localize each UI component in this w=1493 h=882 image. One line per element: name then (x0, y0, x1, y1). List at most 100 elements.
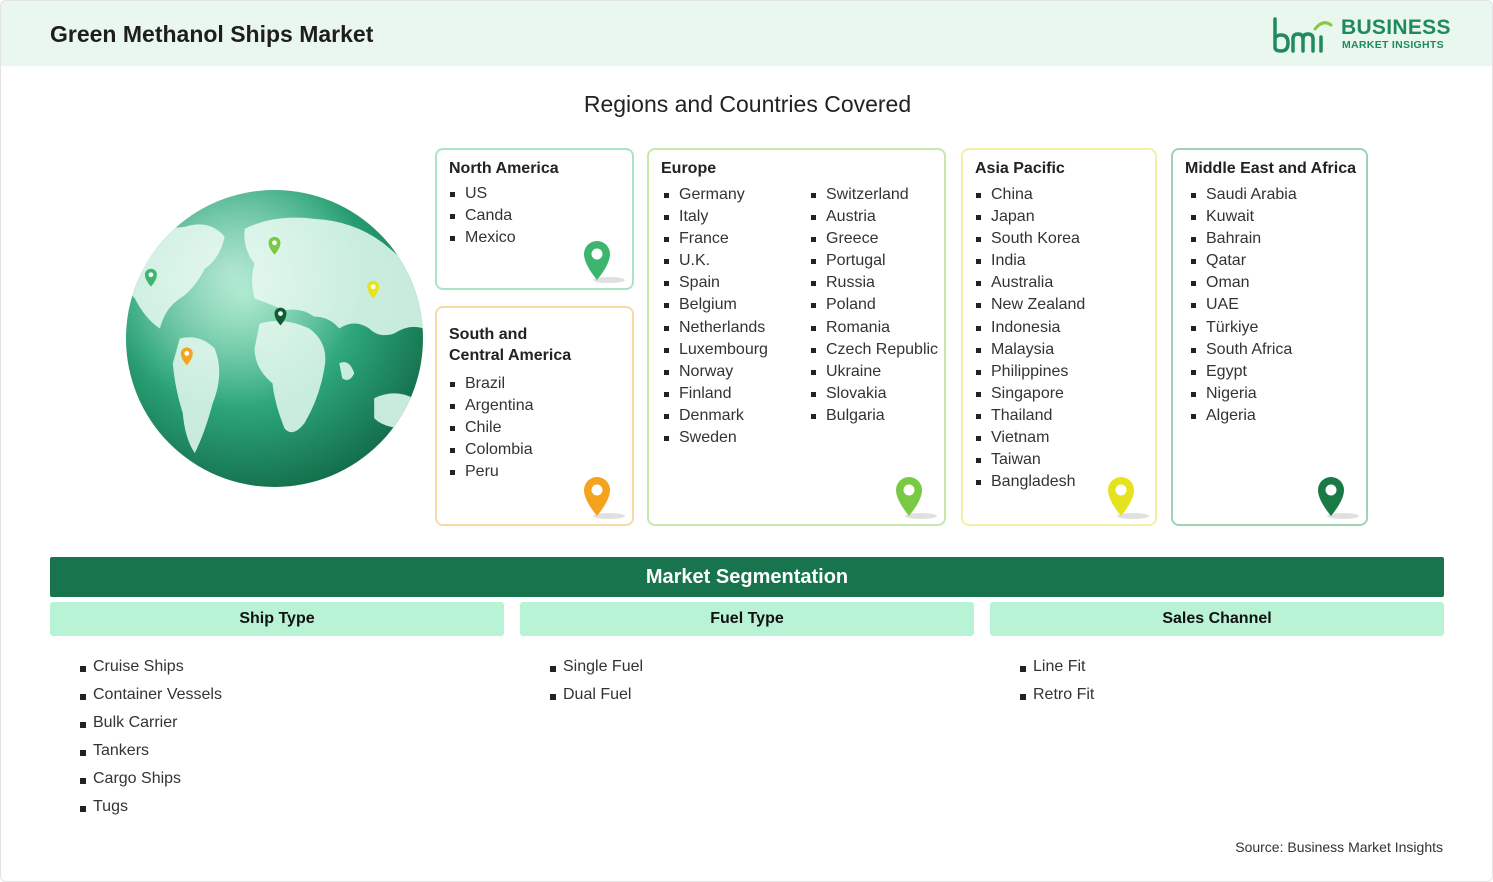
country-list: China Japan South Korea India Australia … (975, 184, 1085, 493)
list-item: Cruise Ships (80, 653, 222, 681)
list-item: Australia (975, 272, 1085, 294)
list-item: Argentina (449, 395, 534, 417)
list-item: Nigeria (1190, 383, 1297, 405)
list-item: Singapore (975, 383, 1085, 405)
list-item: Sweden (663, 427, 768, 449)
list-item: Cargo Ships (80, 765, 222, 793)
list-item: Line Fit (1020, 653, 1094, 681)
list-item: Netherlands (663, 317, 768, 339)
list-item: Norway (663, 361, 768, 383)
list-item: China (975, 184, 1085, 206)
list-item: UAE (1190, 294, 1297, 316)
region-title: Middle East and Africa (1185, 160, 1356, 177)
list-item: Romania (810, 317, 938, 339)
list-item: Czech Republic (810, 339, 938, 361)
list-item: Slovakia (810, 383, 938, 405)
list-item: Chile (449, 417, 534, 439)
region-card-north-america: North America US Canda Mexico (435, 148, 634, 290)
logo-text-business: BUSINESS (1341, 16, 1451, 39)
list-item: Bangladesh (975, 471, 1085, 493)
region-title-line: South and (449, 326, 528, 343)
list-item: Luxembourg (663, 339, 768, 361)
list-item: Taiwan (975, 449, 1085, 471)
region-card-asia-pacific: Asia Pacific China Japan South Korea Ind… (961, 148, 1157, 526)
country-list-column-2: Switzerland Austria Greece Portugal Russ… (810, 184, 938, 427)
bmi-logo: BUSINESS MARKET INSIGHTS (1271, 15, 1451, 55)
list-item: Ukraine (810, 361, 938, 383)
list-item: Switzerland (810, 184, 938, 206)
list-item: Egypt (1190, 361, 1297, 383)
region-title: South and Central America (449, 324, 571, 366)
region-card-south-central-america: South and Central America Brazil Argenti… (435, 306, 634, 526)
region-card-europe: Europe Germany Italy France U.K. Spain B… (647, 148, 946, 526)
list-item: U.K. (663, 250, 768, 272)
list-item: Thailand (975, 405, 1085, 427)
infographic-frame: Green Methanol Ships Market BUSINESS MAR… (0, 0, 1493, 882)
bmi-logo-mark-icon (1273, 17, 1333, 53)
list-item: Bulk Carrier (80, 709, 222, 737)
list-item: Canda (449, 205, 516, 227)
header-bar: Green Methanol Ships Market BUSINESS MAR… (1, 1, 1492, 66)
list-item: Retro Fit (1020, 681, 1094, 709)
list-item: Tugs (80, 793, 222, 821)
logo-text-market-insights: MARKET INSIGHTS (1342, 39, 1444, 51)
list-item: India (975, 250, 1085, 272)
list-item: Algeria (1190, 405, 1297, 427)
map-pin-icon (1318, 477, 1359, 519)
list-item: Tankers (80, 737, 222, 765)
list-item: Philippines (975, 361, 1085, 383)
list-item: Kuwait (1190, 206, 1297, 228)
list-item: Vietnam (975, 427, 1085, 449)
page-title: Green Methanol Ships Market (50, 21, 374, 47)
list-item: Türkiye (1190, 317, 1297, 339)
list-item: US (449, 183, 516, 205)
segment-list-fuel-type: Single Fuel Dual Fuel (550, 653, 643, 709)
map-pin-icon (896, 477, 937, 519)
list-item: France (663, 228, 768, 250)
list-item: Finland (663, 383, 768, 405)
list-item: South Korea (975, 228, 1085, 250)
region-title: Asia Pacific (975, 160, 1065, 177)
list-item: Single Fuel (550, 653, 643, 681)
globe-icon (125, 189, 424, 488)
map-pin-icon (584, 477, 625, 519)
segment-header-ship-type: Ship Type (50, 602, 504, 636)
list-item: Portugal (810, 250, 938, 272)
list-item: Italy (663, 206, 768, 228)
segment-header-sales-channel: Sales Channel (990, 602, 1444, 636)
list-item: Denmark (663, 405, 768, 427)
list-item: Poland (810, 294, 938, 316)
regions-title: Regions and Countries Covered (583, 91, 912, 117)
list-item: Colombia (449, 439, 534, 461)
segmentation-title: Market Segmentation (645, 566, 849, 588)
region-card-middle-east-africa: Middle East and Africa Saudi Arabia Kuwa… (1171, 148, 1368, 526)
country-list-column-1: Germany Italy France U.K. Spain Belgium … (663, 184, 768, 449)
region-title-line: Central America (449, 347, 572, 364)
segmentation-banner: Market Segmentation (50, 557, 1444, 597)
list-item: Peru (449, 461, 534, 483)
country-list: Brazil Argentina Chile Colombia Peru (449, 373, 534, 483)
list-item: Indonesia (975, 317, 1085, 339)
list-item: South Africa (1190, 339, 1297, 361)
list-item: Saudi Arabia (1190, 184, 1297, 206)
source-note: Source: Business Market Insights (1235, 839, 1443, 855)
region-title: Europe (661, 160, 717, 177)
list-item: Russia (810, 272, 938, 294)
country-list: Saudi Arabia Kuwait Bahrain Qatar Oman U… (1190, 184, 1297, 427)
list-item: Greece (810, 228, 938, 250)
list-item: Japan (975, 206, 1085, 228)
list-item: Bulgaria (810, 405, 938, 427)
list-item: Dual Fuel (550, 681, 643, 709)
country-list: US Canda Mexico (449, 183, 516, 249)
list-item: Malaysia (975, 339, 1085, 361)
list-item: Austria (810, 206, 938, 228)
segment-list-ship-type: Cruise Ships Container Vessels Bulk Carr… (80, 653, 222, 821)
list-item: Brazil (449, 373, 534, 395)
list-item: Qatar (1190, 250, 1297, 272)
list-item: New Zealand (975, 294, 1085, 316)
list-item: Belgium (663, 294, 768, 316)
region-title: North America (449, 160, 559, 177)
list-item: Oman (1190, 272, 1297, 294)
list-item: Germany (663, 184, 768, 206)
list-item: Mexico (449, 227, 516, 249)
